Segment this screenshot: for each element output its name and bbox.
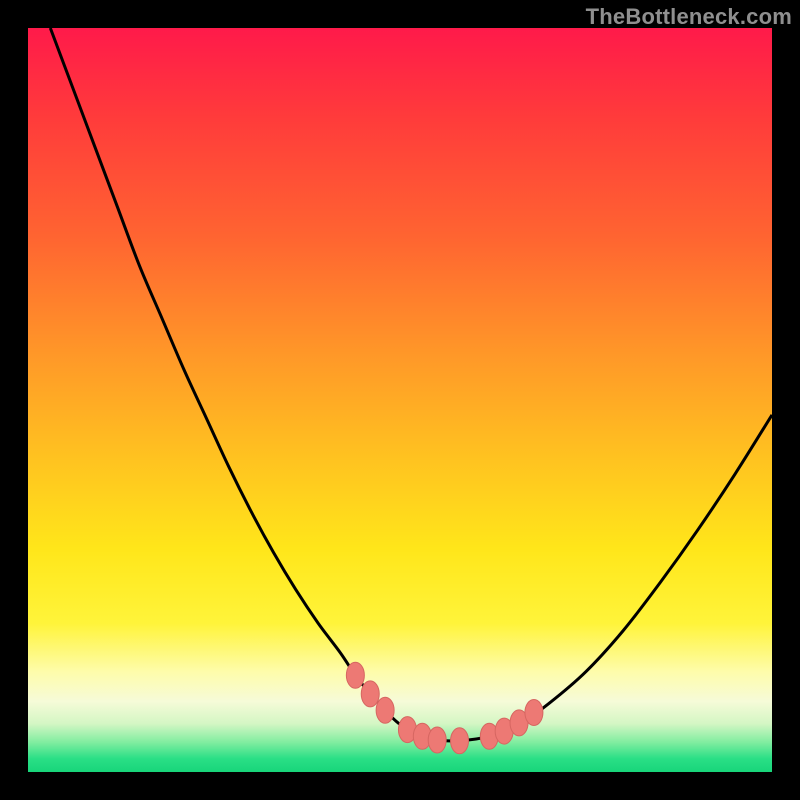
plot-area xyxy=(28,28,772,772)
curve-marker xyxy=(451,728,469,754)
chart-frame: TheBottleneck.com xyxy=(0,0,800,800)
curve-marker xyxy=(428,727,446,753)
gradient-background xyxy=(28,28,772,772)
bottleneck-chart xyxy=(28,28,772,772)
watermark-text: TheBottleneck.com xyxy=(586,4,792,30)
curve-marker xyxy=(525,699,543,725)
curve-marker xyxy=(376,697,394,723)
curve-marker xyxy=(361,681,379,707)
curve-marker xyxy=(346,662,364,688)
